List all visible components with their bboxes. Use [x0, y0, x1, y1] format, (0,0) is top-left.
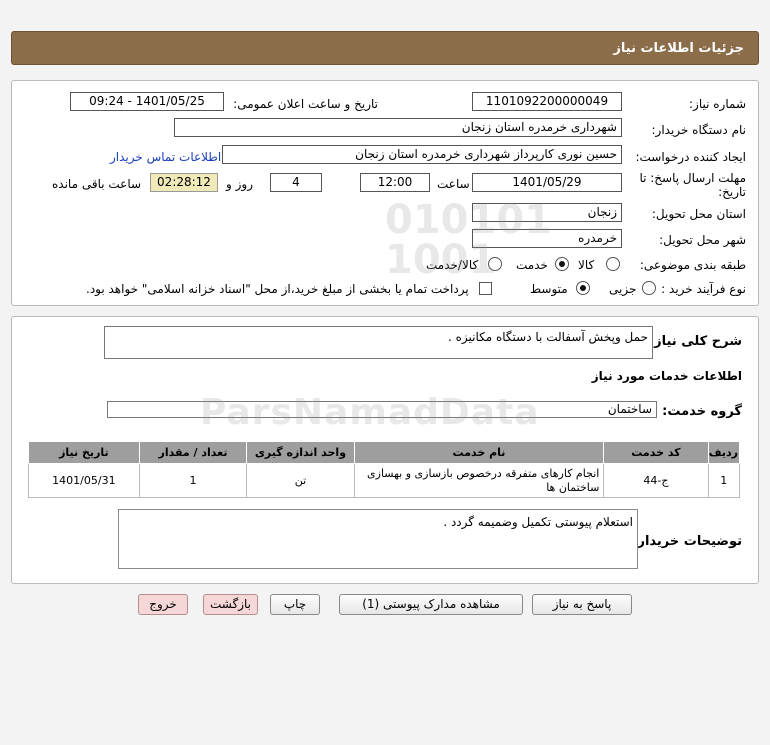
- category-radio-goods[interactable]: [606, 257, 620, 271]
- time-remaining-label: ساعت باقی مانده: [52, 177, 142, 191]
- services-heading: اطلاعات خدمات مورد نیاز: [591, 369, 742, 383]
- print-button[interactable]: چاپ: [270, 594, 320, 615]
- cell-unit: تن: [246, 463, 355, 498]
- announce-date-field: 1401/05/25 - 09:24: [70, 92, 224, 111]
- service-group-field: ساختمان: [107, 401, 657, 418]
- treasury-payment-checkbox[interactable]: [479, 282, 492, 295]
- col-header-service-name: نام خدمت: [353, 441, 605, 464]
- buyer-org-field: شهرداری خرمدره استان زنجان: [174, 118, 622, 137]
- buyer-notes-field: استعلام پیوستی تکمیل وضمیمه گردد .: [118, 509, 638, 569]
- col-header-service-code: کد خدمت: [603, 441, 709, 464]
- category-label: طبقه بندی موضوعی:: [639, 258, 746, 272]
- need-number-field: 1101092200000049: [472, 92, 622, 111]
- cell-service-code: ج-44: [603, 463, 709, 498]
- service-group-label: گروه خدمت:: [662, 404, 742, 419]
- treasury-payment-note: پرداخت تمام یا بخشی از مبلغ خرید،از محل …: [86, 282, 469, 296]
- process-radio-minor[interactable]: [642, 281, 656, 295]
- deadline-time-label: ساعت: [437, 177, 470, 191]
- deadline-time-field: 12:00: [360, 173, 430, 192]
- table-header-row: ردیف کد خدمت نام خدمت واحد اندازه گیری ت…: [28, 441, 741, 464]
- need-number-label: شماره نیاز:: [689, 97, 746, 111]
- view-attachments-button[interactable]: مشاهده مدارک پیوستی (1): [339, 594, 523, 615]
- category-option-goods-service: کالا/خدمت: [426, 258, 479, 272]
- col-header-quantity: تعداد / مقدار: [138, 441, 248, 464]
- request-creator-label: ایجاد کننده درخواست:: [635, 150, 746, 164]
- cell-quantity: 1: [138, 463, 248, 498]
- cell-service-name: انجام کارهای متفرقه درخصوص بازسازی و بهس…: [353, 463, 605, 498]
- delivery-province-label: استان محل تحویل:: [651, 207, 746, 221]
- col-header-unit: واحد اندازه گیری: [246, 441, 355, 464]
- col-header-row-number: ردیف: [707, 441, 741, 464]
- time-remaining-field: 02:28:12: [150, 173, 218, 192]
- summary-label: شرح کلی نیاز:: [648, 334, 742, 349]
- category-option-service: خدمت: [516, 258, 548, 272]
- buyer-contact-link[interactable]: اطلاعات تماس خریدار: [110, 150, 221, 164]
- process-option-medium: متوسط: [530, 282, 568, 296]
- category-option-goods: کالا: [578, 258, 595, 272]
- purchase-process-label: نوع فرآیند خرید :: [661, 282, 746, 296]
- announce-date-label: تاریخ و ساعت اعلان عمومی:: [233, 97, 378, 111]
- process-radio-medium[interactable]: [576, 281, 590, 295]
- back-button[interactable]: بازگشت: [203, 594, 258, 615]
- need-info-panel: شماره نیاز: 1101092200000049 تاریخ و ساع…: [11, 80, 759, 306]
- deadline-label-line1: مهلت ارسال پاسخ: تا: [639, 171, 746, 185]
- summary-field: حمل وپخش آسفالت با دستگاه مکانیزه .: [104, 326, 653, 359]
- services-table: ردیف کد خدمت نام خدمت واحد اندازه گیری ت…: [28, 441, 741, 498]
- table-row: 1 ج-44 انجام کارهای متفرقه درخصوص بازساز…: [28, 463, 741, 498]
- buyer-notes-label: توضیحات خریدار:: [632, 534, 742, 549]
- days-label: روز و: [226, 177, 253, 191]
- category-radio-service[interactable]: [555, 257, 569, 271]
- process-option-minor: جزیی: [609, 282, 637, 296]
- delivery-city-field: خرمدره: [472, 229, 622, 248]
- cell-row-number: 1: [707, 463, 741, 498]
- deadline-label-line2: تاریخ:: [718, 185, 746, 199]
- reply-to-need-button[interactable]: پاسخ به نیاز: [532, 594, 632, 615]
- delivery-city-label: شهر محل تحویل:: [659, 233, 746, 247]
- col-header-need-date: تاریخ نیاز: [28, 441, 140, 464]
- request-creator-field: حسین نوری کارپرداز شهرداری خرمدره استان …: [222, 145, 622, 164]
- buyer-org-label: نام دستگاه خریدار:: [651, 123, 747, 137]
- delivery-province-field: زنجان: [472, 203, 622, 222]
- cell-need-date: 1401/05/31: [28, 463, 140, 498]
- page-title: جزئیات اطلاعات نیاز: [613, 41, 744, 56]
- days-remaining-field: 4: [270, 173, 322, 192]
- page-header: جزئیات اطلاعات نیاز: [11, 31, 759, 65]
- exit-button[interactable]: خروج: [138, 594, 188, 615]
- category-radio-goods-service[interactable]: [488, 257, 502, 271]
- deadline-date-field: 1401/05/29: [472, 173, 622, 192]
